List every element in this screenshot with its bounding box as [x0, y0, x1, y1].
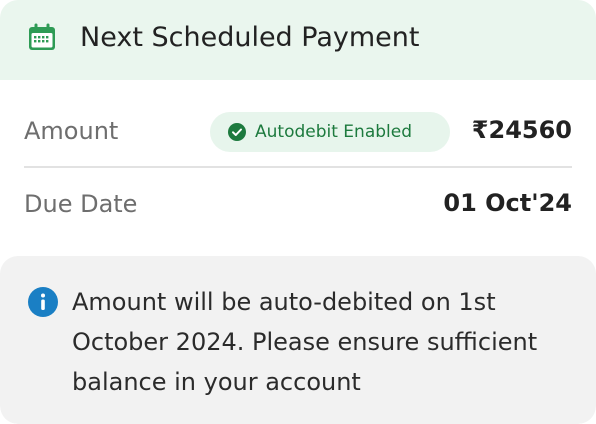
autodebit-badge-text: Autodebit Enabled: [255, 122, 413, 142]
payment-card: Next Scheduled Payment Amount Autodebit …: [0, 0, 596, 424]
due-date-label: Due Date: [24, 190, 138, 218]
row-divider: [24, 166, 572, 168]
amount-value: ₹24560: [471, 116, 572, 144]
calendar-icon: [29, 23, 55, 50]
amount-label: Amount: [24, 117, 119, 145]
check-circle-icon: [228, 123, 246, 141]
card-header: Next Scheduled Payment: [0, 0, 596, 80]
autodebit-badge: Autodebit Enabled: [210, 112, 450, 152]
info-message: Amount will be auto-debited on 1st Octob…: [72, 288, 538, 396]
info-icon: [28, 287, 58, 317]
card-title: Next Scheduled Payment: [80, 22, 420, 53]
due-date-value: 01 Oct'24: [443, 189, 572, 217]
